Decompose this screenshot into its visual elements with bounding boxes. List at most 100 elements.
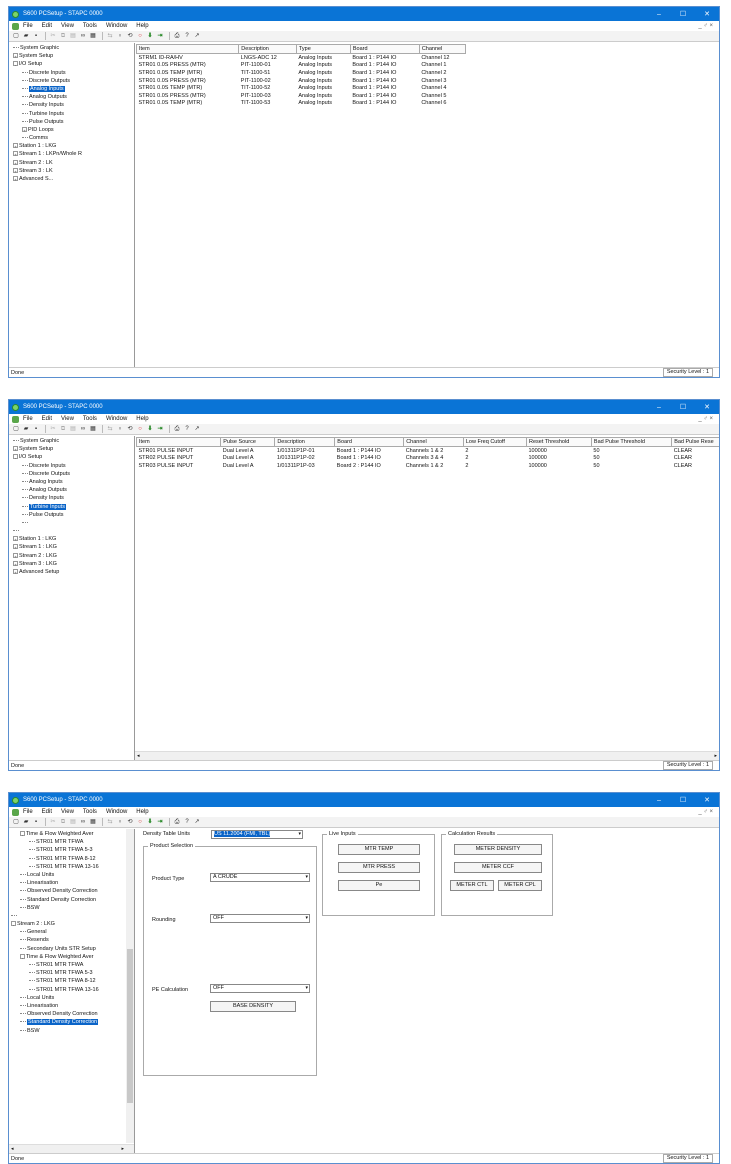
tree-node[interactable]: + Stream 2 : LKG xyxy=(11,552,134,560)
compare-icon[interactable]: ⇆ xyxy=(106,425,114,433)
tree-node[interactable]: STR01 MTR TFWA xyxy=(9,838,134,846)
copy-icon[interactable]: ⧉ xyxy=(59,425,67,433)
scroll-left-icon[interactable]: ◂ xyxy=(137,753,140,759)
expand-icon[interactable]: + xyxy=(13,552,18,559)
close-button[interactable]: ✕ xyxy=(695,796,719,804)
connect-icon[interactable]: ∞ xyxy=(79,32,87,40)
open-folder-icon[interactable]: ▰ xyxy=(22,818,30,826)
tree-node[interactable]: - I/O Setup xyxy=(11,453,134,461)
tree-node[interactable] xyxy=(9,912,134,920)
tree-node[interactable]: BSW xyxy=(9,904,134,912)
compare-icon[interactable]: ⇆ xyxy=(106,32,114,40)
tree-node[interactable]: + System Setup xyxy=(11,445,134,453)
tree-node[interactable]: - I/O Setup xyxy=(11,60,134,68)
new-file-icon[interactable]: ▢ xyxy=(12,32,20,40)
expand-icon[interactable]: + xyxy=(13,569,18,575)
menu-window[interactable]: Window xyxy=(106,809,127,815)
tree-node[interactable]: Discrete Outputs xyxy=(11,77,134,85)
column-header[interactable]: Item xyxy=(135,44,240,54)
collapse-icon[interactable]: - xyxy=(13,61,18,67)
cut-icon[interactable]: ✂ xyxy=(49,32,57,40)
tree-node[interactable] xyxy=(11,527,134,535)
expand-icon[interactable]: + xyxy=(13,560,18,567)
scroll-right-icon[interactable]: ▸ xyxy=(714,753,717,759)
tree-node[interactable]: Pulse Outputs xyxy=(11,511,134,519)
tree-node[interactable]: General xyxy=(9,928,134,936)
tree-node[interactable]: Linearisation xyxy=(9,1002,134,1010)
tree-node[interactable]: STR01 MTR TFWA 8-12 xyxy=(9,855,134,863)
help-icon[interactable]: ? xyxy=(183,818,191,826)
copy-icon[interactable]: ⧉ xyxy=(59,32,67,40)
print-preview-icon[interactable]: ▦ xyxy=(89,818,97,826)
cut-icon[interactable]: ✂ xyxy=(49,425,57,433)
scroll-left-icon[interactable]: ◂ xyxy=(11,1146,14,1152)
print-preview-icon[interactable]: ▦ xyxy=(89,32,97,40)
rounding-select[interactable]: OFF ▾ xyxy=(210,914,310,923)
new-file-icon[interactable]: ▢ xyxy=(12,425,20,433)
menu-window[interactable]: Window xyxy=(106,416,127,422)
tree-node[interactable]: Resends xyxy=(9,936,134,944)
tree-node[interactable]: STR01 MTR TFWA 8-12 xyxy=(9,977,134,985)
connect-icon[interactable]: ∞ xyxy=(79,818,87,826)
table-row[interactable]: STR01 0.0S PRESS (MTR) PIT-1100-03 Analog … xyxy=(137,92,466,100)
tree-node[interactable]: Pulse Outputs xyxy=(11,118,134,126)
tree-node[interactable]: Standard Density Correction xyxy=(9,896,134,904)
menu-window[interactable]: Window xyxy=(106,23,127,29)
open-folder-icon[interactable]: ▰ xyxy=(22,32,30,40)
collapse-icon[interactable]: - xyxy=(13,454,18,460)
download-icon[interactable]: ⬇ xyxy=(146,32,154,40)
table-row[interactable]: STR01 0.0S TEMP (MTR) TIT-1100-52 Analog I… xyxy=(137,84,466,92)
menu-tools[interactable]: Tools xyxy=(83,809,97,815)
print-preview-icon[interactable]: ▦ xyxy=(89,425,97,433)
column-header[interactable]: Channel xyxy=(403,437,464,447)
tree-node[interactable]: Density Inputs xyxy=(11,494,134,502)
column-header[interactable]: Type xyxy=(295,44,351,54)
expand-icon[interactable]: + xyxy=(13,536,18,542)
paste-icon[interactable]: ▤ xyxy=(69,818,77,826)
config-tree[interactable]: System Graphic + System Setup - I/O Setup Dis… xyxy=(9,436,135,760)
close-button[interactable]: ✕ xyxy=(695,403,719,411)
product-type-select[interactable]: A CRUDE ▾ xyxy=(210,873,310,882)
help-icon[interactable]: ? xyxy=(183,425,191,433)
tree-node[interactable]: Linearisation xyxy=(9,879,134,887)
tree-node[interactable]: + Station 1 : LKG xyxy=(11,142,134,150)
column-header[interactable]: Low Freq Cutoff xyxy=(462,437,528,447)
new-file-icon[interactable]: ▢ xyxy=(12,818,20,826)
menu-file[interactable]: File xyxy=(23,23,33,29)
menu-file[interactable]: File xyxy=(23,809,33,815)
close-button[interactable]: ✕ xyxy=(695,10,719,18)
tree-node[interactable]: + Station 1 : LKG xyxy=(11,535,134,543)
upload-icon[interactable]: ⇥ xyxy=(156,32,164,40)
tree-node[interactable]: + Advanced Setup xyxy=(11,568,134,576)
collapse-icon[interactable]: - xyxy=(20,953,25,960)
table-row[interactable]: STR01 0.0S TEMP (MTR) TIT-1100-53 Analog I… xyxy=(137,100,466,108)
tree-node[interactable]: Comms xyxy=(11,134,134,142)
tree-node[interactable]: System Graphic xyxy=(11,437,134,445)
expand-icon[interactable]: + xyxy=(13,151,18,157)
menu-view[interactable]: View xyxy=(61,23,74,29)
stop-icon[interactable]: ○ xyxy=(136,425,144,433)
download-icon[interactable]: ⬇ xyxy=(146,425,154,433)
tree-node[interactable]: Discrete Inputs xyxy=(11,69,134,77)
tree-node[interactable]: - Time & Flow Weighted Aver xyxy=(9,830,134,838)
menu-edit[interactable]: Edit xyxy=(42,23,52,29)
paste-icon[interactable]: ▤ xyxy=(69,425,77,433)
column-header[interactable]: Board xyxy=(334,437,405,447)
tree-node[interactable]: Observed Density Correction xyxy=(9,887,134,895)
column-header[interactable]: Description xyxy=(238,44,297,54)
tree-node[interactable]: + Stream 2 : LK xyxy=(11,159,134,167)
tree-node[interactable]: + PID Loops xyxy=(11,126,134,134)
table-row[interactable]: STR01 0.0S TEMP (MTR) TIT-1100-51 Analog I… xyxy=(137,69,466,77)
context-help-icon[interactable]: ↗ xyxy=(193,32,201,40)
pause-icon[interactable]: ⏸ xyxy=(116,818,124,826)
tree-horizontal-scrollbar[interactable]: ◂ ▸ xyxy=(9,1144,134,1153)
expand-icon[interactable]: + xyxy=(13,544,18,550)
pause-icon[interactable]: ⏸ xyxy=(116,32,124,40)
upload-icon[interactable]: ⇥ xyxy=(156,818,164,826)
save-icon[interactable]: ▪ xyxy=(32,425,40,433)
tree-node[interactable]: Local Units xyxy=(9,871,134,879)
compare-icon[interactable]: ⇆ xyxy=(106,818,114,826)
tree-node[interactable]: Analog Outputs xyxy=(11,486,134,494)
column-header[interactable]: Bad Pulse Threshold xyxy=(590,437,673,447)
expand-icon[interactable]: + xyxy=(13,167,18,174)
